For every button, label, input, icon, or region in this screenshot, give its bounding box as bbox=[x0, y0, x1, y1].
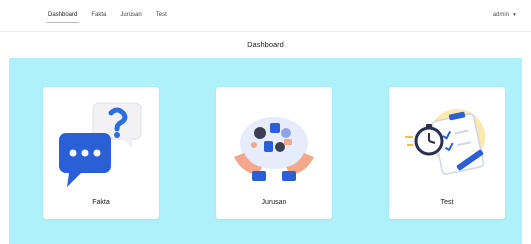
nav-link-test[interactable]: Test bbox=[156, 12, 167, 18]
page-header: Dashboard bbox=[0, 32, 531, 58]
nav-link-dashboard[interactable]: Dashboard bbox=[45, 12, 80, 23]
nav-links: Dashboard Fakta Jurusan Test bbox=[45, 12, 167, 23]
user-menu[interactable]: admin ▼ bbox=[493, 12, 517, 18]
nav-link-fakta[interactable]: Fakta bbox=[91, 12, 106, 18]
chat-question-icon bbox=[59, 102, 142, 187]
chevron-down-icon: ▼ bbox=[512, 12, 517, 18]
card-label-test: Test bbox=[440, 199, 454, 206]
page-title: Dashboard bbox=[247, 40, 284, 49]
hands-school-icon bbox=[234, 117, 314, 181]
card-jurusan[interactable]: Jurusan bbox=[216, 87, 332, 219]
top-navbar: Dashboard Fakta Jurusan Test admin ▼ bbox=[0, 0, 531, 32]
card-label-jurusan: Jurusan bbox=[261, 199, 287, 206]
nav-link-jurusan[interactable]: Jurusan bbox=[120, 12, 141, 18]
clipboard-stopwatch-icon bbox=[405, 109, 485, 175]
card-test[interactable]: Test bbox=[389, 87, 505, 219]
dashboard-panel: Fakta Jurusan Test bbox=[9, 58, 522, 244]
user-name: admin bbox=[492, 12, 510, 18]
card-fakta[interactable]: Fakta bbox=[43, 87, 159, 219]
card-label-fakta: Fakta bbox=[92, 199, 110, 206]
